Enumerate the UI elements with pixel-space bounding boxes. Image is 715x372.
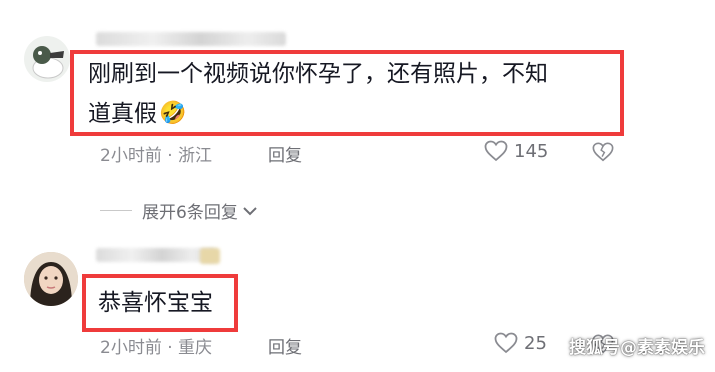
duck-avatar[interactable] [24, 36, 70, 82]
watermark: 搜狐号@素素娱乐 [569, 338, 705, 358]
heart-outline-icon [494, 332, 518, 354]
comment-time-location: 2小时前 · 浙江 [100, 146, 213, 166]
comment-text: 刚刷到一个视频说你怀孕了，还有照片，不知 道真假 🤣 [88, 54, 548, 134]
comment-time-location: 2小时前 · 重庆 [100, 338, 213, 358]
heart-outline-icon [484, 140, 508, 162]
like-count: 25 [524, 332, 547, 354]
expand-replies-label: 展开6条回复 [142, 203, 238, 223]
broken-heart-icon[interactable] [592, 141, 614, 163]
duck-icon [32, 46, 64, 79]
chevron-down-icon [243, 206, 257, 215]
reply-button[interactable]: 回复 [268, 333, 302, 358]
expand-replies-button[interactable]: 展开6条回复 [142, 198, 258, 223]
blurred-username [96, 32, 286, 46]
blurred-badge [200, 248, 220, 264]
comment-text-line: 道真假 [88, 101, 157, 127]
laughing-emoji-icon: 🤣 [159, 101, 187, 126]
comment-text: 恭喜怀宝宝 [98, 290, 213, 316]
reply-button[interactable]: 回复 [268, 141, 302, 166]
user-avatar[interactable] [24, 252, 78, 306]
like-button[interactable]: 25 [494, 332, 547, 354]
like-button[interactable]: 145 [484, 140, 548, 162]
expand-divider [100, 210, 132, 211]
person-photo-icon [24, 252, 78, 306]
blurred-username [96, 248, 216, 262]
comment-text-line: 刚刷到一个视频说你怀孕了，还有照片，不知 [88, 61, 548, 87]
like-count: 145 [514, 140, 549, 162]
